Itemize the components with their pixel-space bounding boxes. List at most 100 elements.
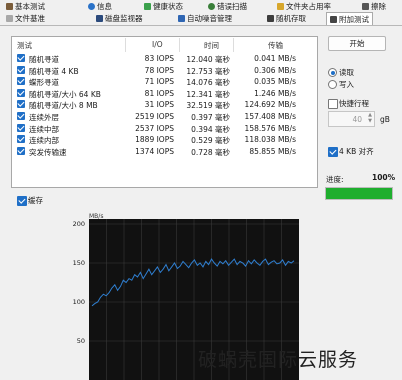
row-io: 1374 IOPS <box>135 146 174 156</box>
quick-stroke-input[interactable]: 40 ▲ ▼ <box>328 111 375 127</box>
align-4kb-checkbox[interactable] <box>328 147 338 157</box>
trash-icon <box>362 3 369 10</box>
extra-test-icon <box>330 15 337 23</box>
header-transfer: 传输 <box>268 41 283 50</box>
folder-icon <box>277 3 284 10</box>
row-transfer: 124.692 MB/s <box>244 100 296 110</box>
row-io: 78 IOPS <box>144 65 174 75</box>
y-tick-label: 50 <box>76 337 85 345</box>
row-test-name: 连续外层 <box>29 113 59 122</box>
y-tick-label: 150 <box>72 259 85 267</box>
align-4kb-label: 4 KB 对齐 <box>339 147 374 156</box>
clipboard-icon <box>6 3 13 10</box>
spinner-down-icon[interactable]: ▼ <box>368 118 372 124</box>
row-checkbox[interactable] <box>17 112 25 120</box>
table-row[interactable]: 连续中部 2537 IOPS 0.394 毫秒 158.576 MB/s <box>12 123 317 134</box>
row-checkbox[interactable] <box>17 146 25 155</box>
column-divider <box>233 38 234 52</box>
tab-disk-monitor[interactable]: 磁盘监视器 <box>96 13 143 24</box>
quick-stroke-unit: gB <box>380 115 390 124</box>
header-test: 测试 <box>17 41 32 50</box>
quick-stroke-value: 40 <box>352 115 362 124</box>
row-checkbox[interactable] <box>17 54 25 62</box>
quick-stroke-label: 快捷行程 <box>339 99 369 108</box>
row-time: 14.076 毫秒 <box>186 78 230 88</box>
watermark-text: 破蜗壳国际云服务 <box>198 349 359 371</box>
tab-row-bottom: 文件基准 磁盘监视器 自动噪音管理 随机存取 附加测试 <box>0 12 402 25</box>
write-radio[interactable] <box>328 80 337 89</box>
row-io: 31 IOPS <box>144 100 174 110</box>
table-row[interactable]: 随机寻道 4 KB 78 IOPS 12.753 毫秒 0.306 MB/s <box>12 65 317 76</box>
tab-extra-test[interactable]: 附加测试 <box>326 12 373 25</box>
start-button[interactable]: 开始 <box>328 36 386 51</box>
row-io: 71 IOPS <box>144 77 174 87</box>
table-row[interactable]: 蝶形寻道 71 IOPS 14.076 毫秒 0.035 MB/s <box>12 76 317 87</box>
cache-checkbox[interactable] <box>17 196 27 206</box>
table-row[interactable]: 突发传输速 1374 IOPS 0.728 毫秒 85.855 MB/s <box>12 146 317 157</box>
progress-fill <box>326 188 392 199</box>
table-row[interactable]: 随机寻道/大小 8 MB 31 IOPS 32.519 毫秒 124.692 MB/s <box>12 99 317 110</box>
row-transfer: 1.246 MB/s <box>254 88 296 98</box>
tab-basic-test[interactable]: 基本测试 <box>6 1 45 12</box>
header-io: I/O <box>152 40 163 49</box>
speaker-icon <box>178 15 185 22</box>
tab-erase[interactable]: 擦除 <box>362 1 386 12</box>
read-label: 读取 <box>339 68 354 77</box>
tab-health[interactable]: 健康状态 <box>144 1 183 12</box>
row-transfer: 85.855 MB/s <box>249 146 296 156</box>
row-time: 0.397 毫秒 <box>191 113 230 122</box>
row-transfer: 0.041 MB/s <box>254 54 296 63</box>
row-checkbox[interactable] <box>17 65 25 74</box>
write-label: 写入 <box>339 80 354 89</box>
y-tick-label: 100 <box>72 298 85 306</box>
row-transfer: 158.576 MB/s <box>244 123 296 133</box>
table-row[interactable]: 连续内部 1889 IOPS 0.529 毫秒 118.038 MB/s <box>12 134 317 145</box>
header-time: 时间 <box>204 41 219 50</box>
row-test-name: 随机寻道 4 KB <box>29 66 79 76</box>
row-checkbox[interactable] <box>17 88 25 97</box>
row-transfer: 118.038 MB/s <box>244 135 296 145</box>
row-test-name: 随机寻道/大小 8 MB <box>29 101 98 111</box>
row-transfer: 0.306 MB/s <box>254 65 296 75</box>
table-row[interactable]: 连续外层 2519 IOPS 0.397 毫秒 157.408 MB/s <box>12 111 317 122</box>
row-time: 0.529 毫秒 <box>191 136 230 146</box>
info-icon <box>88 3 95 10</box>
tab-info[interactable]: 信息 <box>88 1 112 12</box>
row-io: 81 IOPS <box>144 88 174 98</box>
tab-file-benchmark[interactable]: 文件基准 <box>6 13 45 24</box>
row-test-name: 突发传输速 <box>29 147 67 157</box>
row-checkbox[interactable] <box>17 123 25 132</box>
row-test-name: 蝶形寻道 <box>29 78 59 88</box>
progress-bar <box>325 187 393 200</box>
cache-label: 缓存 <box>28 196 43 205</box>
row-test-name: 连续中部 <box>29 124 59 134</box>
row-test-name: 连续内部 <box>29 136 59 146</box>
column-divider <box>125 38 126 52</box>
row-test-name: 随机寻道/大小 64 KB <box>29 89 101 99</box>
row-time: 12.341 毫秒 <box>186 89 230 99</box>
table-row[interactable]: 随机寻道 83 IOPS 12.040 毫秒 0.041 MB/s <box>12 53 317 64</box>
row-transfer: 157.408 MB/s <box>244 112 296 121</box>
files-icon <box>6 15 13 22</box>
row-checkbox[interactable] <box>17 77 25 86</box>
table-row[interactable]: 随机寻道/大小 64 KB 81 IOPS 12.341 毫秒 1.246 MB/s <box>12 88 317 99</box>
row-checkbox[interactable] <box>17 100 25 109</box>
column-divider <box>179 38 180 52</box>
heart-icon <box>144 3 151 10</box>
tab-random-access[interactable]: 随机存取 <box>267 13 306 24</box>
row-test-name: 随机寻道 <box>29 55 59 64</box>
row-io: 2519 IOPS <box>135 112 174 121</box>
tab-noise-management[interactable]: 自动噪音管理 <box>178 13 232 24</box>
row-time: 0.394 毫秒 <box>191 124 230 134</box>
row-transfer: 0.035 MB/s <box>254 77 296 87</box>
tab-folder-usage[interactable]: 文件夹占用率 <box>277 1 331 12</box>
quick-stroke-checkbox[interactable] <box>328 99 338 109</box>
row-io: 1889 IOPS <box>135 135 174 145</box>
progress-label: 进度: <box>326 175 344 184</box>
magnifier-icon <box>208 3 215 10</box>
row-time: 0.728 毫秒 <box>191 147 230 157</box>
read-radio[interactable] <box>328 68 337 77</box>
tab-error-scan[interactable]: 错误扫描 <box>208 1 247 12</box>
progress-percent: 100% <box>372 173 396 182</box>
row-checkbox[interactable] <box>17 135 25 144</box>
